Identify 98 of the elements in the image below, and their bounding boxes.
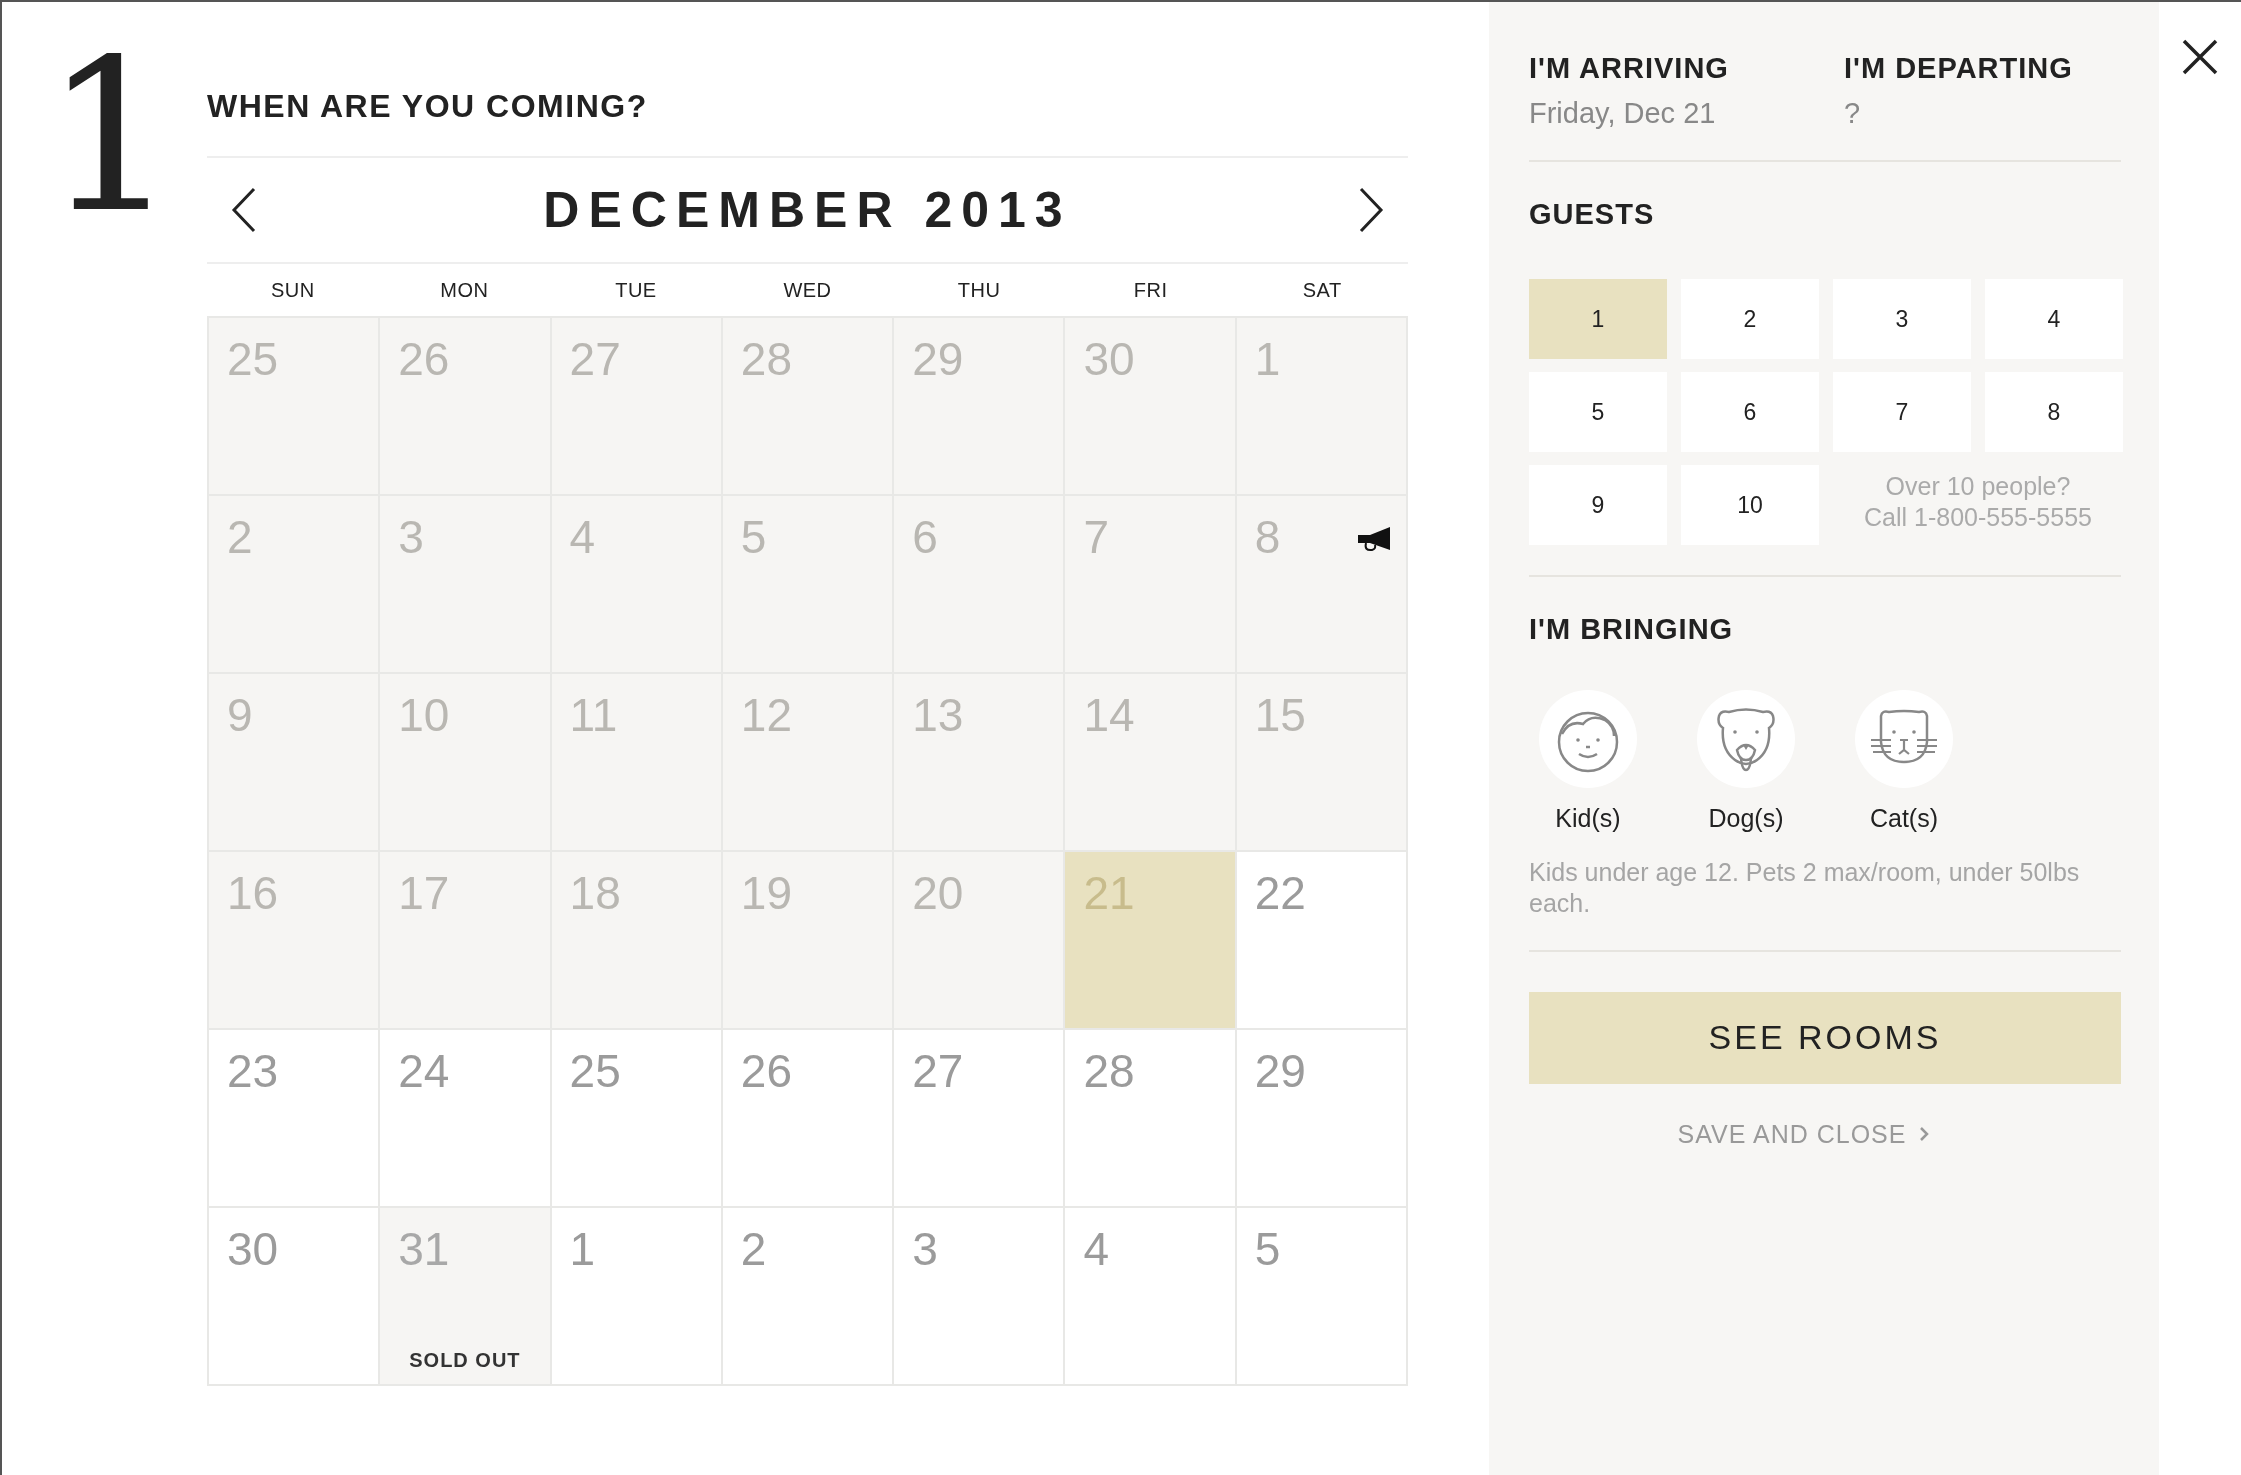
weekday-label: FRI [1133,278,1168,302]
day-number: 13 [912,692,964,738]
chevron-right-icon [1918,1126,1931,1142]
day-number: 18 [569,870,621,916]
bringing-label: I'M BRINGING [1529,613,1734,646]
calendar-day[interactable]: 4 [1065,1208,1237,1386]
day-number: 3 [912,1226,938,1272]
guest-count-option[interactable]: 8 [1985,372,2123,452]
day-number: 28 [740,336,792,382]
day-number: 5 [1254,1226,1281,1272]
guest-count-option[interactable]: 7 [1833,372,1971,452]
day-number: 5 [740,514,767,560]
companion-option[interactable]: Kid(s) [1539,690,1637,833]
large-group-note: Over 10 people? Call 1-800-555-5555 [1863,471,2093,534]
calendar-day[interactable]: 5 [1236,1208,1408,1386]
day-number: 3 [398,514,424,560]
guest-count-option[interactable]: 1 [1529,279,1667,359]
weekday-label: WED [783,278,832,302]
calendar-day[interactable]: 30 [209,1208,381,1386]
guest-count-option[interactable]: 6 [1681,372,1819,452]
child-face-icon [1539,690,1637,788]
day-number: 30 [227,1226,279,1272]
calendar-day[interactable]: 3 [894,1208,1066,1386]
month-title: DECEMBER 2013 [543,181,1072,239]
day-number: 30 [1083,336,1135,382]
arriving-label: I'M ARRIVING [1529,52,1730,85]
close-icon [2181,38,2219,76]
day-number: 20 [912,870,964,916]
weekday-label: THU [957,278,1001,302]
day-number: 29 [912,336,964,382]
section-title: WHEN ARE YOU COMING? [207,90,648,122]
day-number: 28 [1083,1048,1135,1094]
day-number: 19 [740,870,792,916]
calendar-day[interactable]: 25 [551,1030,723,1208]
day-number: 4 [569,514,596,560]
day-number: 4 [1083,1226,1109,1272]
day-number: 6 [912,514,938,560]
day-number: 31 [398,1226,450,1272]
calendar-day[interactable]: 24 [380,1030,552,1208]
guest-count-option[interactable]: 2 [1681,279,1819,359]
companion-option[interactable]: Dog(s) [1697,690,1795,833]
calendar-day[interactable]: 26 [722,1030,895,1208]
day-number: 1 [569,1226,596,1272]
cat-face-icon [1855,690,1953,788]
guest-count-option[interactable]: 5 [1529,372,1667,452]
chevron-right-icon [1358,187,1384,233]
calendar-day[interactable]: 31 SOLD OUT [380,1208,552,1386]
calendar-day[interactable]: 28 [1065,1030,1237,1208]
close-button[interactable] [2181,38,2219,76]
guest-count-option[interactable]: 3 [1833,279,1971,359]
weekday-label: MON [440,278,489,302]
day-number: 9 [227,692,253,738]
dog-face-icon [1697,690,1795,788]
day-number: 24 [398,1048,450,1094]
departing-label: I'M DEPARTING [1844,52,2074,85]
sold-out-label: SOLD OUT [408,1349,522,1372]
day-number: 2 [227,514,253,560]
step-number: 1 [44,32,179,242]
day-number: 26 [398,336,450,382]
guest-count-option[interactable]: 4 [1985,279,2123,359]
weekday-label: TUE [615,278,657,302]
save-and-close-link[interactable]: SAVE AND CLOSE [1677,1119,1971,1149]
arriving-date: Friday, Dec 21 [1529,97,1717,130]
departing-date: ? [1844,97,1862,130]
day-number: 23 [227,1048,279,1094]
companion-option[interactable]: Cat(s) [1855,690,1953,833]
calendar-day[interactable]: 23 [209,1030,381,1208]
see-rooms-button[interactable]: SEE ROOMS [1529,991,2121,1084]
day-number: 17 [398,870,450,916]
day-number: 14 [1083,692,1135,738]
calendar-day[interactable]: 27 [894,1030,1066,1208]
guests-label: GUESTS [1529,198,1655,231]
day-number: 29 [1254,1048,1306,1094]
day-number: 8 [1254,514,1281,560]
calendar-day[interactable]: 29 [1236,1030,1408,1208]
day-number: 10 [398,692,450,738]
day-number: 25 [227,336,279,382]
day-number: 22 [1254,870,1306,916]
weekday-label: SUN [270,278,315,302]
bringing-note: Kids under age 12. Pets 2 max/room, under 50lbs each. [1529,857,2081,920]
day-number: 11 [569,692,618,738]
day-number: 7 [1083,514,1109,560]
day-number: 27 [912,1048,964,1094]
day-number: 27 [569,336,621,382]
guest-count-option[interactable]: 9 [1529,465,1667,545]
day-number: 2 [740,1226,767,1272]
day-number: 1 [1254,336,1281,382]
day-number: 12 [740,692,792,738]
chevron-left-icon [231,187,257,233]
weekday-label: SAT [1302,278,1342,302]
calendar-day[interactable]: 2 [722,1208,895,1386]
day-number: 25 [569,1048,621,1094]
calendar-day[interactable]: 22 [1236,852,1408,1030]
day-number: 15 [1254,692,1306,738]
guest-count-option[interactable]: 10 [1681,465,1819,545]
calendar-day[interactable]: 1 [551,1208,723,1386]
day-number: 26 [740,1048,792,1094]
day-number: 16 [227,870,279,916]
